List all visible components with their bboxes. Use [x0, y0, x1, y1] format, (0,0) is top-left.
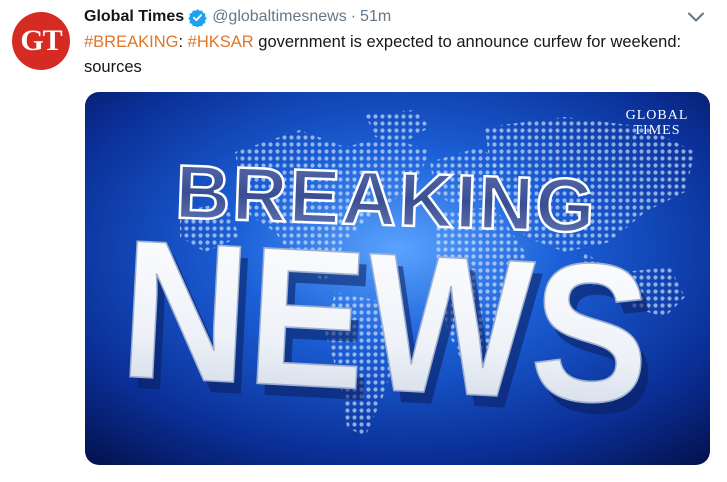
timestamp-link[interactable]: 51m — [360, 8, 391, 26]
hashtag-link-hksar[interactable]: #HKSAR — [188, 33, 254, 51]
hashtag-link-breaking[interactable]: #BREAKING — [84, 33, 178, 51]
colon: : — [178, 33, 184, 51]
verified-badge-icon — [188, 8, 207, 27]
avatar[interactable]: GT — [12, 12, 70, 70]
headline-news: NEWS — [116, 198, 655, 446]
tweet-card[interactable]: GT Global Times @globaltimesnews · 51m #… — [0, 0, 727, 482]
author-name[interactable]: Global Times — [84, 8, 184, 26]
avatar-initials: GT — [20, 24, 62, 57]
author-handle[interactable]: @globaltimesnews — [212, 8, 347, 26]
tweet-text: #BREAKING: #HKSAR government is expected… — [84, 30, 714, 80]
watermark-line1: GLOBAL — [626, 108, 689, 123]
separator-dot: · — [350, 8, 357, 25]
watermark-logo: GLOBAL TIMES — [626, 108, 689, 138]
chevron-down-icon[interactable] — [687, 10, 705, 24]
watermark-line2: TIMES — [634, 123, 681, 138]
tweet-header: Global Times @globaltimesnews · 51m — [84, 6, 391, 28]
media-image[interactable]: GLOBAL TIMES BREAKING NEWS NEWS — [85, 92, 710, 465]
breaking-news-graphic: GLOBAL TIMES BREAKING NEWS NEWS — [85, 92, 710, 465]
headline-news-group: NEWS NEWS — [115, 197, 662, 457]
